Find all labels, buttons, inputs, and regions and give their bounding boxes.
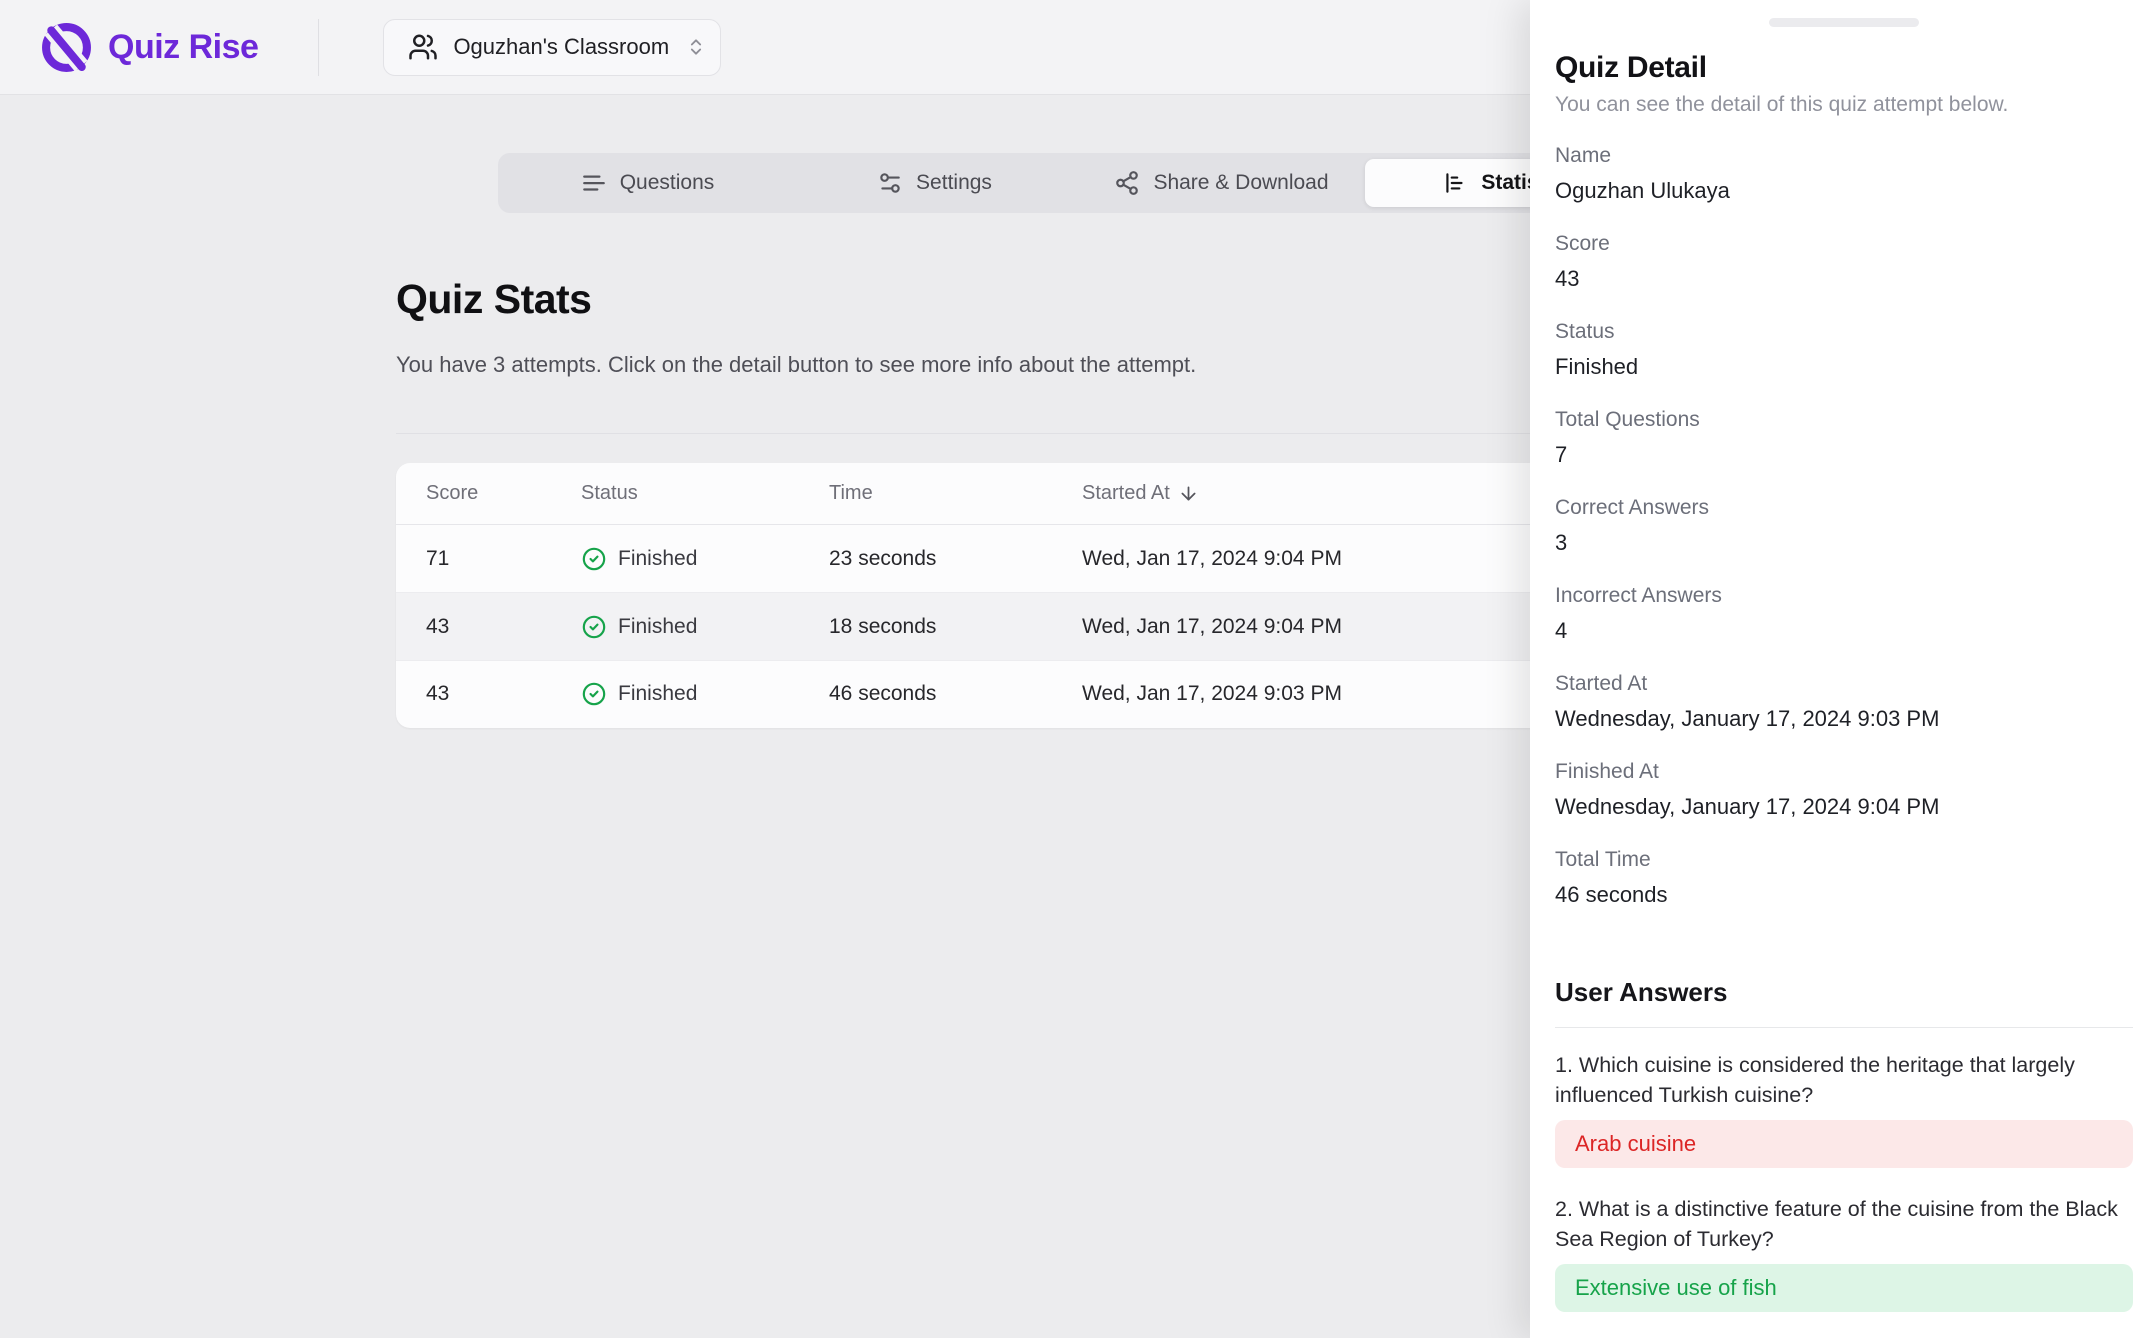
check-circle-icon [581,546,607,572]
drawer-drag-handle[interactable] [1769,18,1919,27]
user-answer-item: 2. What is a distinctive feature of the … [1555,1194,2133,1312]
cell-time: 23 seconds [829,547,1082,571]
share-icon [1114,170,1140,196]
detail-field-correct-answers: Correct Answers 3 [1555,495,2133,557]
tab-settings[interactable]: Settings [791,159,1078,207]
chevrons-up-down-icon [686,37,706,57]
column-header-score[interactable]: Score [426,482,581,505]
classroom-selector[interactable]: Oguzhan's Classroom [383,19,721,76]
detail-field-status: Status Finished [1555,319,2133,381]
quiz-rise-logo-icon [38,19,95,76]
cell-status: Finished [581,546,829,572]
detail-field-incorrect-answers: Incorrect Answers 4 [1555,583,2133,645]
detail-field-total-questions: Total Questions 7 [1555,407,2133,469]
column-header-time[interactable]: Time [829,482,1082,505]
status-label: Finished [618,615,697,639]
detail-field-started-at: Started At Wednesday, January 17, 2024 9… [1555,671,2133,733]
users-icon [408,32,438,62]
question-text: 1. Which cuisine is considered the herit… [1555,1050,2133,1110]
brand-logo[interactable]: Quiz Rise [38,19,258,76]
tab-label: Questions [620,171,715,195]
status-label: Finished [618,682,697,706]
question-text: 2. What is a distinctive feature of the … [1555,1194,2133,1254]
list-icon [581,170,607,196]
detail-field-finished-at: Finished At Wednesday, January 17, 2024 … [1555,759,2133,821]
quiz-tabs: Questions Settings Share & Download Stat… [498,153,1658,213]
check-circle-icon [581,681,607,707]
cell-time: 46 seconds [829,682,1082,706]
cell-time: 18 seconds [829,615,1082,639]
page-title: Quiz Stats [396,276,591,323]
column-header-status[interactable]: Status [581,482,829,505]
detail-field-total-time: Total Time 46 seconds [1555,847,2133,909]
tab-questions[interactable]: Questions [504,159,791,207]
status-label: Finished [618,547,697,571]
cell-status: Finished [581,614,829,640]
bar-chart-icon [1442,170,1468,196]
detail-field-score: Score 43 [1555,231,2133,293]
drawer-subtitle: You can see the detail of this quiz atte… [1555,93,2133,117]
classroom-name: Oguzhan's Classroom [453,34,669,60]
detail-field-name: Name Oguzhan Ulukaya [1555,143,2133,205]
header-divider [318,19,319,76]
tab-label: Share & Download [1153,171,1328,195]
tab-share-download[interactable]: Share & Download [1078,159,1365,207]
user-answers-divider [1555,1027,2133,1028]
sliders-icon [877,170,903,196]
cell-score: 43 [426,615,581,639]
quiz-detail-drawer: Quiz Detail You can see the detail of th… [1530,0,2152,1338]
check-circle-icon [581,614,607,640]
drawer-title: Quiz Detail [1555,51,2133,85]
incorrect-answer-badge: Arab cuisine [1555,1120,2133,1168]
cell-score: 71 [426,547,581,571]
cell-status: Finished [581,681,829,707]
sort-desc-arrow-icon [1178,483,1199,504]
user-answers-title: User Answers [1555,975,2133,1009]
correct-answer-badge: Extensive use of fish [1555,1264,2133,1312]
user-answer-item: 1. Which cuisine is considered the herit… [1555,1050,2133,1168]
tab-label: Settings [916,171,992,195]
cell-score: 43 [426,682,581,706]
page-description: You have 3 attempts. Click on the detail… [396,352,1196,378]
brand-name: Quiz Rise [108,28,258,67]
